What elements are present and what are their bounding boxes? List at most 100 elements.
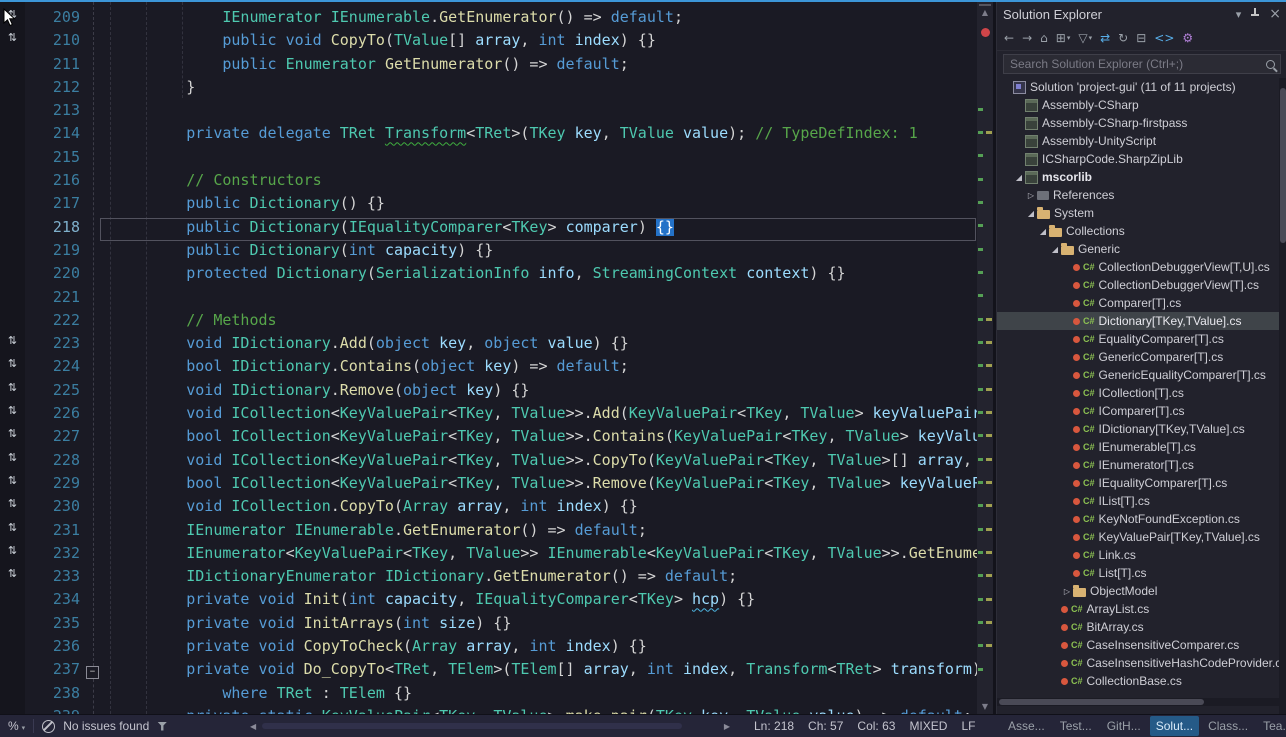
tree-item-system[interactable]: ◢System (997, 204, 1279, 222)
collapse-arrow-icon[interactable]: ◢ (1013, 173, 1025, 182)
code-line-238[interactable]: 238 where TRet : TElem {} (0, 684, 977, 707)
code-line-230[interactable]: ⇅230 void ICollection.CopyTo(Array array… (0, 497, 977, 520)
tree-item-dictionary-tkey-tvalue-cs[interactable]: C#Dictionary[TKey,TValue].cs (997, 312, 1279, 330)
line-number[interactable]: 210 (25, 31, 84, 54)
collapse-arrow-icon[interactable]: ◢ (1049, 245, 1061, 254)
line-number[interactable]: 214 (25, 124, 84, 147)
splitter-handle[interactable] (979, 4, 991, 6)
line-number[interactable]: 218 (25, 218, 84, 241)
line-number[interactable]: 233 (25, 567, 84, 590)
back-icon[interactable]: ← (1004, 31, 1014, 45)
line-number[interactable]: 235 (25, 614, 84, 637)
tree-item-caseinsensitivehashcodeprovider-cs[interactable]: C#CaseInsensitiveHashCodeProvider.cs (997, 654, 1279, 672)
code-line-212[interactable]: 212 } (0, 78, 977, 101)
line-number[interactable]: 230 (25, 497, 84, 520)
collapse-arrow-icon[interactable]: ◢ (1025, 209, 1037, 218)
implements-interface-glyph-icon[interactable]: ⇅ (0, 427, 25, 450)
code-line-239[interactable]: 239 private static KeyValuePair<TKey, TV… (0, 707, 977, 714)
code-line-209[interactable]: ⇅209 IEnumerator IEnumerable.GetEnumerat… (0, 8, 977, 31)
tree-item-generic[interactable]: ◢Generic (997, 240, 1279, 258)
implements-interface-glyph-icon[interactable]: ⇅ (0, 334, 25, 357)
code-line-218[interactable]: 218 public Dictionary(IEqualityComparer<… (0, 218, 977, 241)
scroll-up-icon[interactable]: ▲ (977, 8, 993, 17)
tree-item-keyvaluepair-tkey-tvalue-cs[interactable]: C#KeyValuePair[TKey,TValue].cs (997, 528, 1279, 546)
pin-icon[interactable] (1250, 8, 1260, 21)
tree-horizontal-scrollbar[interactable] (997, 698, 1279, 706)
tree-item-genericequalitycomparer-t-cs[interactable]: C#GenericEqualityComparer[T].cs (997, 366, 1279, 384)
tree-item-icollection-t-cs[interactable]: C#ICollection[T].cs (997, 384, 1279, 402)
tree-item-keynotfoundexception-cs[interactable]: C#KeyNotFoundException.cs (997, 510, 1279, 528)
issues-status[interactable]: No issues found (63, 719, 149, 733)
refresh-icon[interactable]: ↻ (1118, 31, 1128, 45)
no-issues-icon[interactable] (42, 720, 55, 733)
tree-item-collections[interactable]: ◢Collections (997, 222, 1279, 240)
code-line-227[interactable]: ⇅227 bool ICollection<KeyValuePair<TKey,… (0, 427, 977, 450)
code-line-217[interactable]: 217 public Dictionary() {} (0, 194, 977, 217)
zoom-control[interactable]: %▾ (8, 719, 25, 733)
document-health-indicator[interactable] (981, 28, 990, 37)
implements-interface-glyph-icon[interactable]: ⇅ (0, 31, 25, 54)
code-line-219[interactable]: 219 public Dictionary(int capacity) {} (0, 241, 977, 264)
tree-item-link-cs[interactable]: C#Link.cs (997, 546, 1279, 564)
line-number[interactable]: 237 (25, 660, 84, 683)
tree-item-assembly-csharp[interactable]: Assembly-CSharp (997, 96, 1279, 114)
code-line-236[interactable]: 236 private void CopyToCheck(Array array… (0, 637, 977, 660)
properties-icon[interactable]: ⚙ (1182, 31, 1193, 45)
code-line-229[interactable]: ⇅229 bool ICollection<KeyValuePair<TKey,… (0, 474, 977, 497)
encoding-indicator[interactable]: MIXED (909, 719, 947, 733)
column-indicator[interactable]: Col: 63 (857, 719, 895, 733)
editor-horizontal-scrollbar[interactable]: ◀ ▶ (250, 722, 730, 731)
line-number[interactable]: 225 (25, 381, 84, 404)
panel-tab-tea[interactable]: Tea... (1257, 716, 1286, 736)
switch-views-icon[interactable]: ⊞▾ (1056, 31, 1071, 45)
line-number[interactable]: 224 (25, 357, 84, 380)
tree-item-solution-project-gui-11-of-11-projects[interactable]: Solution 'project-gui' (11 of 11 project… (997, 78, 1279, 96)
code-editor[interactable]: ⇅209 IEnumerator IEnumerable.GetEnumerat… (0, 2, 977, 714)
tree-item-objectmodel[interactable]: ▷ObjectModel (997, 582, 1279, 600)
line-number[interactable]: 220 (25, 264, 84, 287)
line-number[interactable]: 231 (25, 521, 84, 544)
home-icon[interactable]: ⌂ (1040, 31, 1048, 45)
char-indicator[interactable]: Ch: 57 (808, 719, 843, 733)
tree-item-assembly-unityscript[interactable]: Assembly-UnityScript (997, 132, 1279, 150)
implements-interface-glyph-icon[interactable]: ⇅ (0, 451, 25, 474)
sync-with-active-document-icon[interactable]: ⇄ (1100, 31, 1110, 45)
tree-item-comparer-t-cs[interactable]: C#Comparer[T].cs (997, 294, 1279, 312)
tree-item-arraylist-cs[interactable]: C#ArrayList.cs (997, 600, 1279, 618)
line-number[interactable]: 227 (25, 427, 84, 450)
tree-item-list-t-cs[interactable]: C#List[T].cs (997, 564, 1279, 582)
line-number[interactable]: 239 (25, 707, 84, 714)
eol-indicator[interactable]: LF (961, 719, 975, 733)
code-line-224[interactable]: ⇅224 bool IDictionary.Contains(object ke… (0, 357, 977, 380)
panel-tab-class[interactable]: Class... (1202, 716, 1254, 736)
code-line-222[interactable]: 222 // Methods (0, 311, 977, 334)
vscroll-thumb[interactable] (1280, 88, 1286, 243)
code-line-215[interactable]: 215 (0, 148, 977, 171)
line-number[interactable]: 222 (25, 311, 84, 334)
tree-item-icsharpcode-sharpziplib[interactable]: ICSharpCode.SharpZipLib (997, 150, 1279, 168)
panel-tab-gith[interactable]: GitH... (1101, 716, 1147, 736)
code-line-226[interactable]: ⇅226 void ICollection<KeyValuePair<TKey,… (0, 404, 977, 427)
implements-interface-glyph-icon[interactable]: ⇅ (0, 497, 25, 520)
collapse-all-icon[interactable]: ⊟ (1136, 31, 1146, 45)
tree-item-assembly-csharp-firstpass[interactable]: Assembly-CSharp-firstpass (997, 114, 1279, 132)
line-number[interactable]: 216 (25, 171, 84, 194)
scroll-down-icon[interactable]: ▼ (977, 702, 993, 711)
expand-arrow-icon[interactable]: ▷ (1025, 191, 1037, 200)
line-number[interactable]: 223 (25, 334, 84, 357)
tree-item-equalitycomparer-t-cs[interactable]: C#EqualityComparer[T].cs (997, 330, 1279, 348)
tree-item-icomparer-t-cs[interactable]: C#IComparer[T].cs (997, 402, 1279, 420)
line-number[interactable]: 219 (25, 241, 84, 264)
hscroll-track[interactable] (260, 722, 720, 730)
tree-item-collectiondebuggerview-t-u-cs[interactable]: C#CollectionDebuggerView[T,U].cs (997, 258, 1279, 276)
search-icon[interactable] (1266, 60, 1275, 69)
line-number[interactable]: 228 (25, 451, 84, 474)
panel-tab-asse[interactable]: Asse... (1002, 716, 1051, 736)
code-line-216[interactable]: 216 // Constructors (0, 171, 977, 194)
code-line-213[interactable]: 213 (0, 101, 977, 124)
tree-item-mscorlib[interactable]: ◢mscorlib (997, 168, 1279, 186)
tree-item-genericcomparer-t-cs[interactable]: C#GenericComparer[T].cs (997, 348, 1279, 366)
implements-interface-glyph-icon[interactable]: ⇅ (0, 404, 25, 427)
tree-item-caseinsensitivecomparer-cs[interactable]: C#CaseInsensitiveComparer.cs (997, 636, 1279, 654)
code-line-235[interactable]: 235 private void InitArrays(int size) {} (0, 614, 977, 637)
